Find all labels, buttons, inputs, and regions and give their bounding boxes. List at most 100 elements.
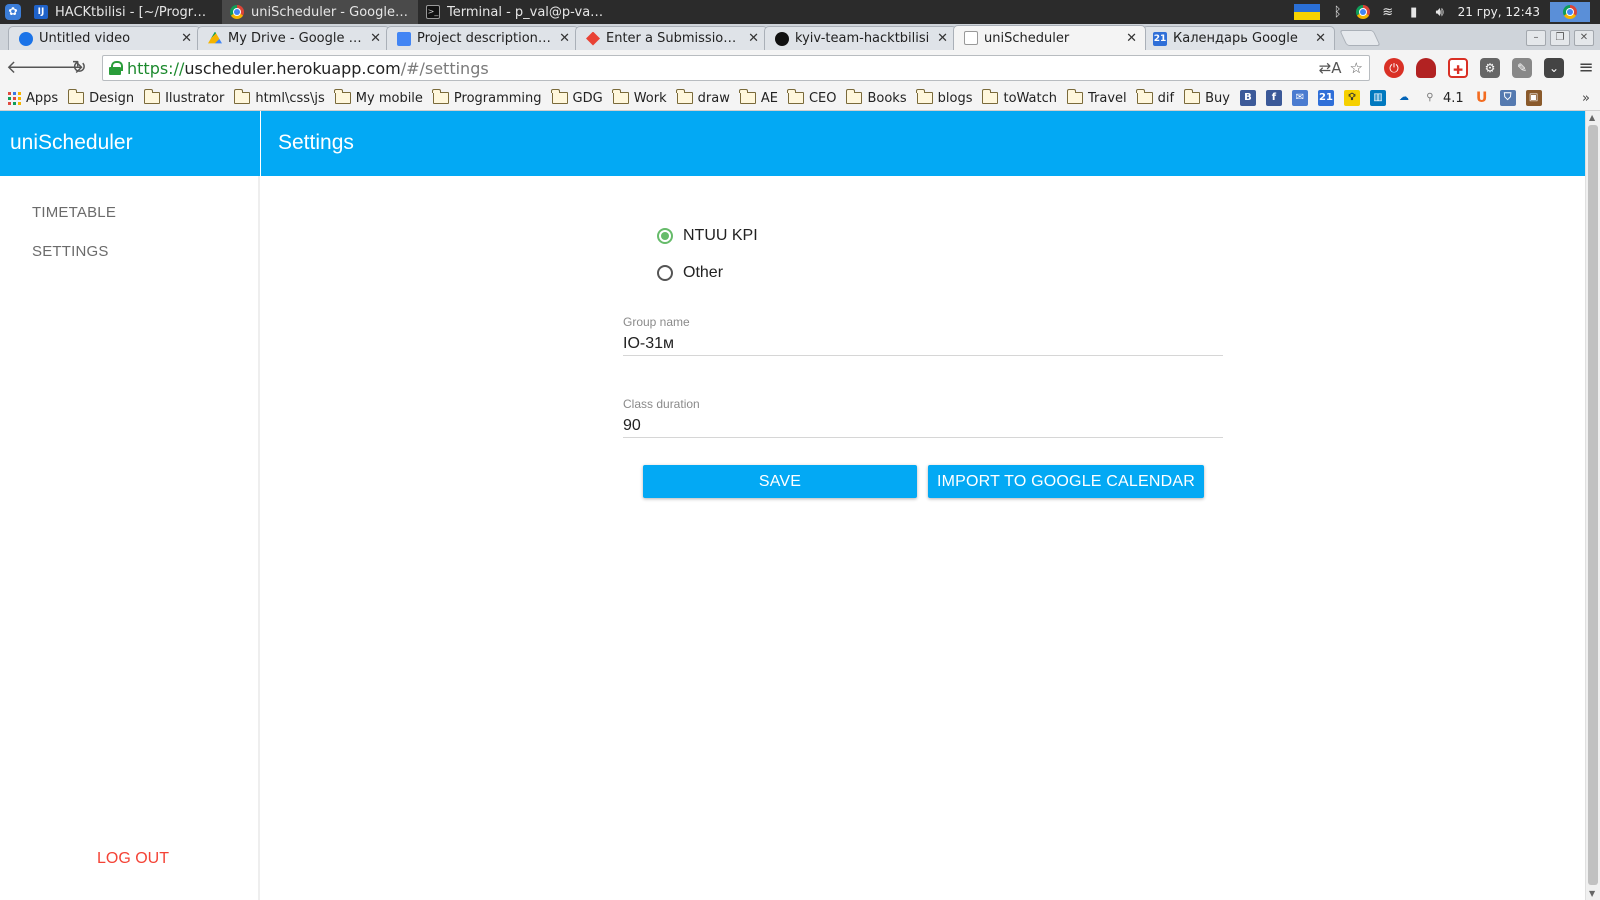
tab-title: kyiv-team-hacktbilisi xyxy=(795,31,930,46)
bookmark-folder[interactable]: Buy xyxy=(1183,89,1230,106)
bookmark-folder[interactable]: My mobile xyxy=(334,89,423,106)
bookmark-folder[interactable]: Travel xyxy=(1066,89,1127,106)
class-duration-field: Class duration xyxy=(623,397,1223,438)
volume-icon[interactable]: 🔊︎ xyxy=(1432,5,1448,20)
translate-icon[interactable]: ⇄A xyxy=(1319,59,1342,77)
import-to-google-calendar-button[interactable]: IMPORT TO GOOGLE CALENDAR xyxy=(928,465,1204,498)
bookmark-folder[interactable]: blogs xyxy=(916,89,972,106)
browser-tab[interactable]: My Drive - Google Drive ✕ xyxy=(197,26,390,50)
bookmark-folder[interactable]: Programming xyxy=(432,89,542,106)
close-tab-icon[interactable]: ✕ xyxy=(937,31,948,46)
browser-toolbar: 🡐 🡒 ↻ https://uscheduler.herokuapp.com/#… xyxy=(0,50,1600,86)
folder-icon xyxy=(334,89,351,104)
scroll-down-icon[interactable]: ▼ xyxy=(1589,889,1595,898)
bookmark-folder[interactable]: draw xyxy=(676,89,730,106)
reload-icon[interactable]: ↻ xyxy=(66,55,92,81)
trello-icon[interactable]: ▥ xyxy=(1369,90,1386,106)
onedrive-icon[interactable]: ☁ xyxy=(1396,90,1412,106)
facebook-icon[interactable]: f xyxy=(1265,90,1282,106)
tab-title: Enter a Submission | ha xyxy=(606,31,742,46)
forward-arrow-icon[interactable]: 🡒 xyxy=(36,55,84,81)
bookmark-label: Travel xyxy=(1088,90,1127,106)
taskbar-item-terminal[interactable]: >_ Terminal - p_val@p-val-PC: ... xyxy=(418,0,614,24)
vertical-scrollbar[interactable]: ▲ ▼ xyxy=(1585,111,1600,900)
browser-tab-active[interactable]: uniScheduler ✕ xyxy=(953,25,1146,50)
close-tab-icon[interactable]: ✕ xyxy=(748,31,759,46)
minimize-icon[interactable]: – xyxy=(1526,30,1546,46)
group-name-input[interactable] xyxy=(623,333,1223,355)
sidebar-item-settings[interactable]: SETTINGS xyxy=(32,243,109,260)
browser-tab[interactable]: 21 Календарь Google ✕ xyxy=(1142,26,1335,50)
radio-checked-icon[interactable] xyxy=(657,228,673,244)
address-bar[interactable]: https://uscheduler.herokuapp.com/#/setti… xyxy=(102,55,1370,81)
box-bookmark-icon[interactable]: ▣ xyxy=(1525,90,1542,106)
bookmark-lightbulb[interactable]: ⚲ 4.1 xyxy=(1422,90,1463,106)
close-tab-icon[interactable]: ✕ xyxy=(1315,31,1326,46)
bookmark-folder[interactable]: Design xyxy=(67,89,134,106)
sidebar-item-timetable[interactable]: TIMETABLE xyxy=(32,204,116,221)
bookmark-star-icon[interactable]: ☆ xyxy=(1350,59,1363,77)
tab-title: uniScheduler xyxy=(984,30,1070,46)
radio-option-ntuu-kpi[interactable]: NTUU KPI xyxy=(657,227,758,245)
github-favicon-icon xyxy=(775,31,789,46)
radio-unchecked-icon[interactable] xyxy=(657,265,673,281)
hat-extension-icon[interactable] xyxy=(1416,58,1436,78)
bookmark-folder[interactable]: dif xyxy=(1136,89,1174,106)
restore-icon[interactable]: ❐ xyxy=(1550,30,1570,46)
back-arrow-icon[interactable]: 🡐 xyxy=(6,55,54,81)
start-menu-button[interactable]: ✿ xyxy=(0,0,26,24)
close-tab-icon[interactable]: ✕ xyxy=(181,31,192,46)
bookmark-folder[interactable]: Work xyxy=(612,89,667,106)
bookmark-folder[interactable]: Books xyxy=(845,89,907,106)
clock[interactable]: 21 гру, 12:43 xyxy=(1458,5,1540,19)
save-button[interactable]: SAVE xyxy=(643,465,917,498)
u-bookmark-icon[interactable]: U xyxy=(1474,90,1490,106)
scroll-up-icon[interactable]: ▲ xyxy=(1589,113,1595,122)
browser-tab[interactable]: Untitled video ✕ xyxy=(8,26,201,50)
bookmark-folder[interactable]: CEO xyxy=(787,89,836,106)
browser-tab[interactable]: Project description - Go ✕ xyxy=(386,26,579,50)
calendar-icon[interactable]: 21 xyxy=(1317,90,1334,106)
radio-option-other[interactable]: Other xyxy=(657,264,723,282)
wifi-icon[interactable]: ≋ xyxy=(1380,5,1396,20)
scrollbar-thumb[interactable] xyxy=(1588,125,1598,885)
close-tab-icon[interactable]: ✕ xyxy=(370,31,381,46)
bookmark-b-icon[interactable]: B xyxy=(1239,90,1256,106)
eyedropper-extension-icon[interactable]: ✎ xyxy=(1512,58,1532,78)
bookmarks-overflow-icon[interactable]: » xyxy=(1582,91,1600,106)
chrome-menu-icon[interactable]: ≡ xyxy=(1576,58,1596,78)
bookmark-apps[interactable]: Apps xyxy=(8,91,58,106)
bluetooth-icon[interactable]: ᛒ xyxy=(1330,5,1346,20)
battery-icon[interactable]: ▮ xyxy=(1406,5,1422,20)
bookmark-label: Programming xyxy=(453,90,542,106)
tab-title: My Drive - Google Drive xyxy=(228,31,364,46)
close-window-icon[interactable]: ✕ xyxy=(1574,30,1594,46)
bookmark-folder[interactable]: GDG xyxy=(551,89,603,106)
bookmark-folder[interactable]: html\css\js xyxy=(233,89,325,106)
bookmark-folder[interactable]: AE xyxy=(739,89,778,106)
class-duration-input[interactable] xyxy=(623,415,1223,437)
pocket-extension-icon[interactable]: ⌄ xyxy=(1544,58,1564,78)
close-tab-icon[interactable]: ✕ xyxy=(559,31,570,46)
shield-bookmark-icon[interactable]: ⛉ xyxy=(1499,90,1516,106)
keep-icon[interactable]: 💡︎ xyxy=(1343,90,1360,106)
bookmark-folder[interactable]: Ilustrator xyxy=(143,89,224,106)
browser-tab[interactable]: Enter a Submission | ha ✕ xyxy=(575,26,768,50)
taskbar-item-chrome[interactable]: uniScheduler - Google Chr... xyxy=(222,0,418,24)
keyboard-layout-flag-icon[interactable] xyxy=(1293,4,1320,20)
app-brand[interactable]: uniScheduler xyxy=(10,131,133,155)
chrome-launcher-icon[interactable] xyxy=(1550,2,1590,22)
cross-extension-icon[interactable]: ✚ xyxy=(1448,58,1468,78)
chrome-tray-icon[interactable] xyxy=(1355,5,1370,19)
browser-tab[interactable]: kyiv-team-hacktbilisi ✕ xyxy=(764,26,957,50)
bookmark-label: My mobile xyxy=(355,90,423,106)
mail-icon[interactable]: ✉ xyxy=(1291,90,1308,106)
new-tab-button[interactable] xyxy=(1339,30,1381,46)
bookmark-folder[interactable]: toWatch xyxy=(981,89,1057,106)
logout-link[interactable]: LOG OUT xyxy=(97,850,169,868)
adblock-extension-icon[interactable]: ⏻ xyxy=(1384,58,1404,78)
bookmark-label: Books xyxy=(867,90,907,106)
puzzle-extension-icon[interactable]: ⚙ xyxy=(1480,58,1500,78)
taskbar-item-intellij[interactable]: IJ HACKtbilisi - [~/Programs/... xyxy=(26,0,222,24)
close-tab-icon[interactable]: ✕ xyxy=(1126,31,1137,46)
